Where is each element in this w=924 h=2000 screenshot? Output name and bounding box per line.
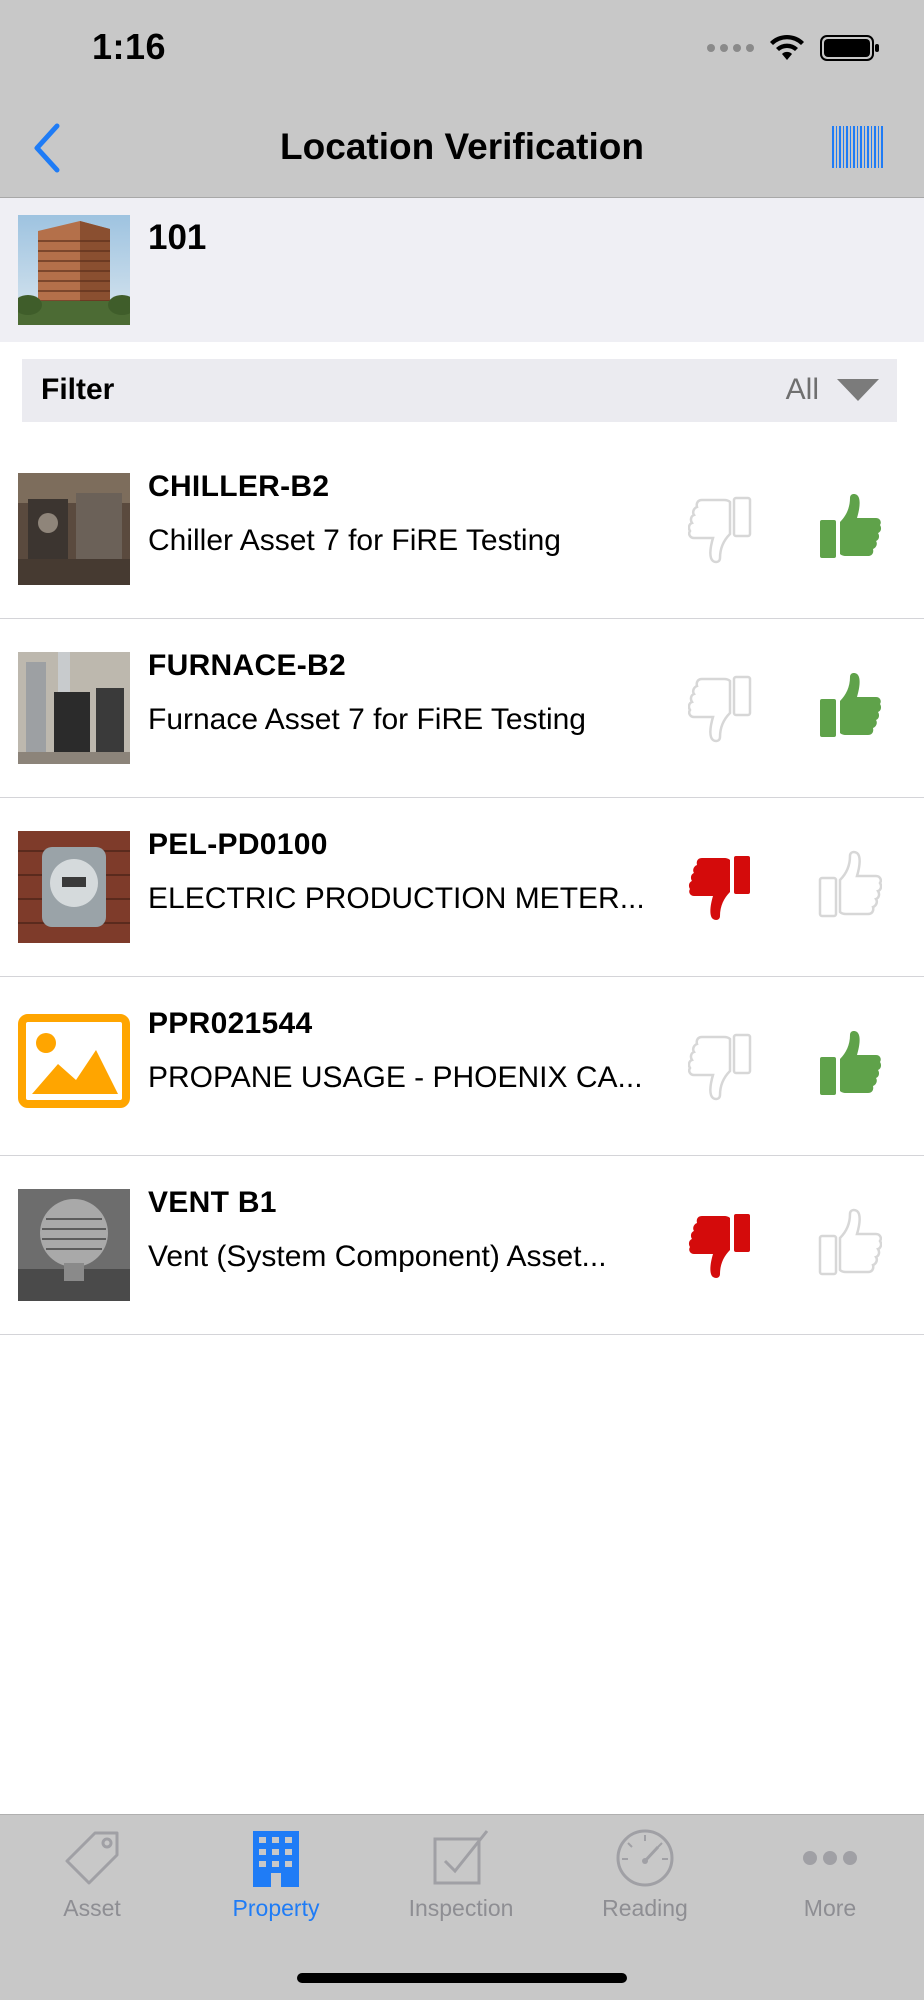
gauge-icon: [616, 1829, 674, 1887]
thumbs-down-icon: [688, 850, 754, 922]
asset-code: FURNACE-B2: [148, 649, 346, 682]
asset-description: Chiller Asset 7 for FiRE Testing: [148, 524, 561, 557]
asset-description: Vent (System Component) Asset...: [148, 1240, 607, 1273]
thumbs-up-icon: [816, 671, 882, 743]
tag-icon: [65, 1831, 119, 1885]
asset-list: CHILLER-B2 Chiller Asset 7 for FiRE Test…: [0, 440, 924, 1335]
tab-asset[interactable]: Asset: [12, 1827, 172, 1937]
confirm-location-button[interactable]: [816, 492, 882, 564]
asset-description: Furnace Asset 7 for FiRE Testing: [148, 703, 586, 736]
wifi-icon: [770, 34, 804, 60]
tab-label: Asset: [63, 1895, 121, 1921]
barcode-scan-button[interactable]: [832, 126, 884, 168]
list-item[interactable]: FURNACE-B2 Furnace Asset 7 for FiRE Test…: [0, 619, 924, 798]
tab-inspection[interactable]: Inspection: [381, 1827, 541, 1937]
list-item[interactable]: CHILLER-B2 Chiller Asset 7 for FiRE Test…: [0, 440, 924, 619]
filter-dropdown[interactable]: Filter All: [22, 359, 897, 422]
image-placeholder-icon: [18, 1010, 130, 1122]
thumbs-down-icon: [688, 671, 754, 743]
thumbs-up-icon: [816, 850, 882, 922]
list-item[interactable]: PPR021544 PROPANE USAGE - PHOENIX CA...: [0, 977, 924, 1156]
property-name: 101: [148, 218, 207, 257]
thumbs-down-icon: [688, 1029, 754, 1101]
asset-code: VENT B1: [148, 1186, 277, 1219]
reject-location-button[interactable]: [688, 1029, 754, 1101]
barcode-icon: [832, 126, 883, 168]
asset-image: [18, 1189, 130, 1301]
asset-code: PPR021544: [148, 1007, 313, 1040]
property-image: [18, 215, 130, 325]
tab-label: More: [803, 1895, 857, 1921]
confirm-location-button[interactable]: [816, 1029, 882, 1101]
reject-location-button[interactable]: [688, 671, 754, 743]
more-icon: [803, 1851, 857, 1865]
confirm-location-button[interactable]: [816, 671, 882, 743]
asset-code: PEL-PD0100: [148, 828, 328, 861]
tab-label: Reading: [602, 1895, 688, 1921]
thumbs-down-icon: [688, 1208, 754, 1280]
thumbs-down-icon: [688, 492, 754, 564]
battery-icon: [820, 35, 879, 61]
reject-location-button[interactable]: [688, 492, 754, 564]
asset-image: [18, 831, 130, 943]
tab-more[interactable]: More: [750, 1827, 910, 1937]
status-bar: 1:16: [0, 0, 924, 100]
status-time: 1:16: [92, 26, 167, 67]
list-item[interactable]: PEL-PD0100 ELECTRIC PRODUCTION METER...: [0, 798, 924, 977]
tab-label: Property: [232, 1895, 320, 1921]
tab-bar: Asset Property Inspection Reading More: [0, 1814, 924, 2000]
building-icon: [253, 1831, 299, 1887]
tab-reading[interactable]: Reading: [565, 1827, 725, 1937]
asset-image: [18, 652, 130, 764]
list-item[interactable]: VENT B1 Vent (System Component) Asset...: [0, 1156, 924, 1335]
navigation-bar: Location Verification: [0, 100, 924, 198]
asset-image: [18, 473, 130, 585]
reject-location-button[interactable]: [688, 850, 754, 922]
asset-description: ELECTRIC PRODUCTION METER...: [148, 882, 645, 915]
asset-code: CHILLER-B2: [148, 470, 330, 503]
filter-label: Filter: [41, 373, 115, 406]
signal-icon: [707, 44, 754, 52]
reject-location-button[interactable]: [688, 1208, 754, 1280]
property-header[interactable]: 101: [0, 198, 924, 342]
thumbs-up-icon: [816, 1208, 882, 1280]
asset-description: PROPANE USAGE - PHOENIX CA...: [148, 1061, 643, 1094]
tab-property[interactable]: Property: [196, 1827, 356, 1937]
tab-label: Inspection: [408, 1895, 514, 1921]
page-title: Location Verification: [280, 126, 644, 167]
filter-selected-value: All: [785, 373, 819, 406]
thumbs-up-icon: [816, 1029, 882, 1101]
confirm-location-button[interactable]: [816, 1208, 882, 1280]
home-indicator[interactable]: [297, 1973, 627, 1983]
caret-down-icon: [837, 379, 879, 401]
thumbs-up-icon: [816, 492, 882, 564]
status-indicators: [707, 34, 880, 62]
checkbox-icon: [433, 1830, 489, 1885]
confirm-location-button[interactable]: [816, 850, 882, 922]
